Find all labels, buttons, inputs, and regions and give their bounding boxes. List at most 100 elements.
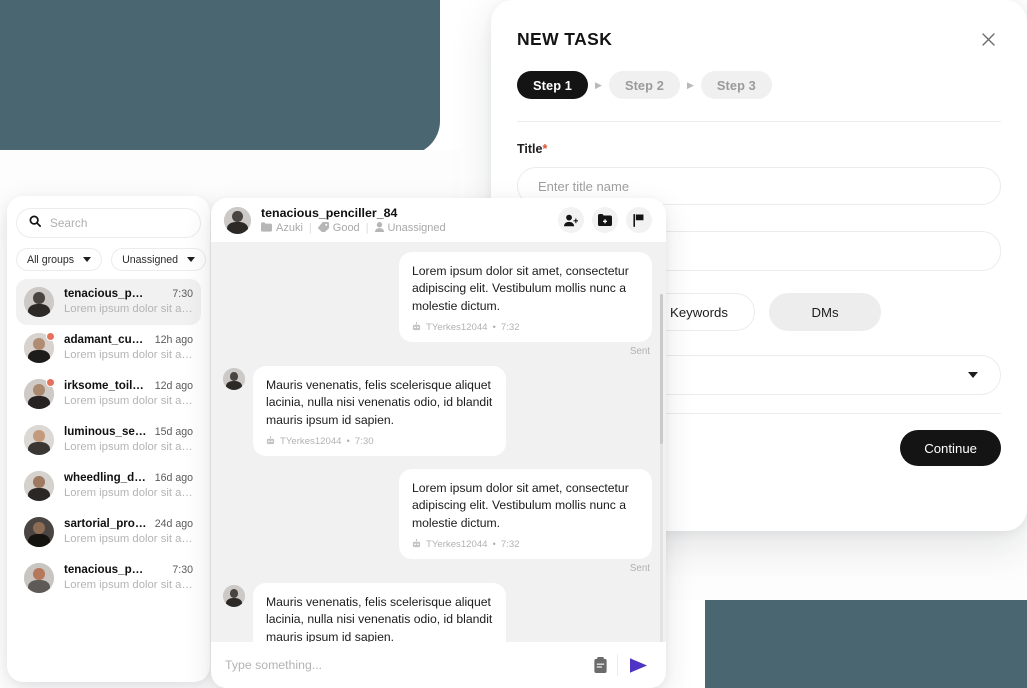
message-text: Mauris venenatis, felis scelerisque aliq… [266, 594, 493, 642]
message-composer: Type something... [211, 642, 666, 688]
required-marker: * [542, 142, 548, 156]
modal-header: NEW TASK [517, 0, 1001, 52]
list-item-time: 12h ago [154, 334, 193, 346]
add-folder-icon[interactable] [592, 207, 618, 233]
list-item[interactable]: sartorial_pro… 24d ago Lorem ipsum dolor… [16, 509, 201, 555]
message-author: TYerkes12044 [280, 436, 342, 448]
title-field-label: Title* [517, 142, 1001, 156]
list-item-preview: Lorem ipsum dolor sit a… [64, 395, 193, 407]
chat-assignee-label: Unassigned [387, 222, 446, 234]
meta-separator: | [308, 222, 312, 234]
header-divider [517, 121, 1001, 122]
list-item-preview: Lorem ipsum dolor sit a… [64, 441, 193, 453]
avatar [224, 206, 251, 234]
unread-dot [46, 332, 55, 341]
background-shape-top-left [0, 0, 440, 155]
message-time: 7:32 [500, 539, 520, 551]
message-time: 7:30 [354, 436, 374, 448]
close-icon[interactable] [975, 26, 1001, 52]
filter-row: All groups Unassigned [16, 248, 207, 271]
chat-contact-name: tenacious_penciller_84 [261, 205, 398, 220]
chip-dms[interactable]: DMs [769, 293, 881, 331]
send-icon[interactable] [618, 648, 658, 682]
message-row: Lorem ipsum dolor sit amet, consectetur … [223, 468, 652, 559]
message-status: Sent [629, 345, 650, 357]
meta-separator: | [365, 222, 369, 234]
list-item-preview: Lorem ipsum dolor sit a… [64, 303, 193, 315]
message-time: 7:32 [500, 322, 520, 334]
message-bubble-outgoing: Lorem ipsum dolor sit amet, consectetur … [399, 252, 652, 342]
avatar [24, 425, 54, 455]
list-item-preview: Lorem ipsum dolor sit a… [64, 533, 193, 545]
avatar [24, 563, 54, 593]
list-item-time: 12d ago [154, 380, 193, 392]
message-row: Lorem ipsum dolor sit amet, consectetur … [223, 252, 652, 342]
step-indicator: Step 1 ▶ Step 2 ▶ Step 3 [517, 71, 1001, 99]
list-item-preview: Lorem ipsum dolor sit a… [64, 349, 193, 361]
list-item[interactable]: tenacious_p… 7:30 Lorem ipsum dolor sit … [16, 279, 201, 325]
chevron-down-icon [968, 372, 978, 378]
list-item[interactable]: wheedling_d… 16d ago Lorem ipsum dolor s… [16, 463, 201, 509]
background-shape-white-right [660, 520, 1027, 600]
filter-all-groups[interactable]: All groups [16, 248, 103, 271]
continue-button[interactable]: Continue [900, 430, 1001, 466]
step-2[interactable]: Step 2 [608, 71, 680, 99]
search-icon [29, 214, 41, 232]
chevron-down-icon [83, 257, 92, 262]
add-person-icon[interactable] [558, 207, 584, 233]
unread-dot [46, 378, 55, 387]
meta-dot: • [346, 436, 350, 448]
step-1[interactable]: Step 1 [517, 71, 589, 99]
list-item-time: 15d ago [154, 426, 193, 438]
chat-contact-meta: Azuki | Good | Unassigned [261, 221, 548, 235]
message-input[interactable]: Type something... [225, 658, 583, 672]
message-meta: TYerkes12044 • 7:32 [412, 538, 639, 551]
list-item[interactable]: adamant_cu… 12h ago Lorem ipsum dolor si… [16, 325, 201, 371]
bot-icon [412, 321, 421, 334]
message-row: Mauris venenatis, felis scelerisque aliq… [223, 365, 652, 456]
clipboard-icon[interactable] [583, 648, 617, 682]
message-bubble-incoming: Mauris venenatis, felis scelerisque aliq… [253, 365, 506, 456]
tag-icon [317, 221, 329, 235]
list-item-name: tenacious_p… [64, 563, 144, 576]
list-item-time: 7:30 [172, 288, 193, 300]
message-bubble-incoming: Mauris venenatis, felis scelerisque aliq… [253, 582, 506, 642]
message-bubble-outgoing: Lorem ipsum dolor sit amet, consectetur … [399, 468, 652, 559]
chat-header: tenacious_penciller_84 Azuki | Good | Un… [211, 198, 666, 242]
chat-header-actions [558, 207, 652, 233]
message-row: Mauris venenatis, felis scelerisque aliq… [223, 582, 652, 642]
list-item-time: 24d ago [154, 518, 193, 530]
message-author: TYerkes12044 [426, 539, 488, 551]
avatar [24, 517, 54, 547]
scrollbar-thumb[interactable] [660, 294, 663, 444]
avatar [24, 287, 54, 317]
search-placeholder: Search [50, 216, 88, 230]
avatar [223, 584, 245, 607]
message-text: Lorem ipsum dolor sit amet, consectetur … [412, 480, 629, 530]
step-arrow-icon: ▶ [595, 79, 602, 90]
meta-dot: • [492, 539, 496, 551]
avatar [24, 471, 54, 501]
list-item[interactable]: tenacious_p… 7:30 Lorem ipsum dolor sit … [16, 555, 201, 601]
avatar [223, 367, 245, 390]
list-item-name: adamant_cu… [64, 333, 144, 346]
message-meta: TYerkes12044 • 7:30 [266, 435, 493, 448]
message-text: Mauris venenatis, felis scelerisque aliq… [266, 377, 493, 427]
message-meta: TYerkes12044 • 7:32 [412, 321, 639, 334]
chat-group-label: Azuki [276, 222, 303, 234]
list-item[interactable]: irksome_toil… 12d ago Lorem ipsum dolor … [16, 371, 201, 417]
message-list[interactable]: Lorem ipsum dolor sit amet, consectetur … [211, 242, 666, 642]
list-item-name: luminous_se… [64, 425, 147, 438]
bot-icon [412, 538, 421, 551]
filter-unassigned[interactable]: Unassigned [111, 248, 207, 271]
message-author: TYerkes12044 [426, 322, 488, 334]
message-status: Sent [629, 562, 650, 574]
search-input[interactable]: Search [16, 208, 201, 238]
chat-tag-label: Good [332, 222, 360, 234]
step-3[interactable]: Step 3 [700, 71, 772, 99]
list-item[interactable]: luminous_se… 15d ago Lorem ipsum dolor s… [16, 417, 201, 463]
list-item-name: sartorial_pro… [64, 517, 147, 530]
filter-unassigned-label: Unassigned [122, 253, 179, 266]
page-title: NEW TASK [517, 28, 613, 49]
flag-icon[interactable] [626, 207, 652, 233]
